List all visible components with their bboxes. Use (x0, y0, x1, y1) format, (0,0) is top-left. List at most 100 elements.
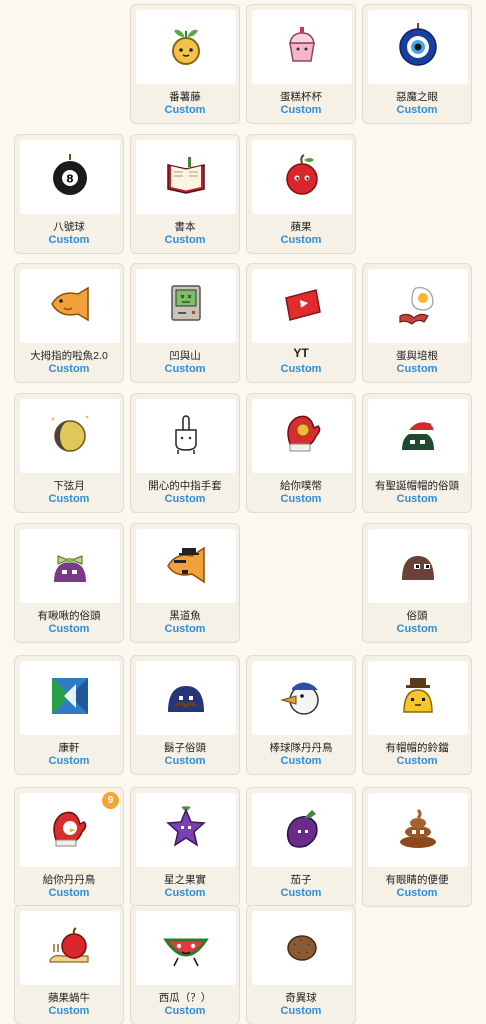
item-type-label: Custom (280, 887, 322, 899)
item-name: 番薯藤 (169, 91, 201, 103)
item-name: 奇異球 (285, 992, 317, 1004)
item-name: 凹與山 (169, 350, 201, 362)
item-type-label: Custom (164, 623, 206, 635)
custom-item-card[interactable]: 奇異球 Custom (246, 905, 356, 1024)
item-name: 八號球 (53, 221, 85, 233)
mitten-coin-icon (278, 410, 326, 463)
item-thumbnail (20, 661, 120, 735)
empty-slot (14, 4, 124, 124)
kiwi-ball-icon (278, 922, 326, 975)
custom-item-card[interactable]: 康軒 Custom (14, 655, 124, 775)
custom-item-card[interactable]: 有帽帽的鈴鐺 Custom (362, 655, 472, 775)
item-thumbnail (20, 529, 120, 603)
eggplant-icon (278, 804, 326, 857)
item-name: 蘋果蝸牛 (48, 992, 90, 1004)
kangxuan-logo-icon (46, 672, 94, 725)
item-type-label: Custom (396, 623, 438, 635)
custom-item-card[interactable]: 書本 Custom (130, 134, 240, 254)
item-type-label: Custom (48, 234, 90, 246)
item-type-label: Custom (280, 493, 322, 505)
custom-item-card[interactable]: 棒球隊丹丹鳥 Custom (246, 655, 356, 775)
item-name: 給你丹丹鳥 (42, 874, 96, 886)
custom-item-card[interactable]: 8 八號球 Custom (14, 134, 124, 254)
taiyaki-fish-icon (46, 280, 94, 333)
watermelon-icon (162, 922, 210, 975)
item-thumbnail (368, 269, 468, 343)
custom-item-card[interactable]: 開心的中指手套 Custom (130, 393, 240, 513)
item-name: 俗頭 (406, 610, 428, 622)
custom-item-card[interactable]: 蘋果 Custom (246, 134, 356, 254)
custom-item-card[interactable]: 惡魔之眼 Custom (362, 4, 472, 124)
item-name: 下弦月 (53, 480, 85, 492)
custom-item-card[interactable]: 有眼睛的便便 Custom (362, 787, 472, 907)
item-thumbnail (20, 911, 120, 985)
empty-slot (362, 134, 472, 254)
item-type-label: Custom (280, 1005, 322, 1017)
custom-item-card[interactable]: 鬍子俗頭 Custom (130, 655, 240, 775)
custom-item-card[interactable]: 蛋與培根 Custom (362, 263, 472, 383)
star-fruit-icon (162, 804, 210, 857)
item-type-label: Custom (280, 755, 322, 767)
item-thumbnail (252, 793, 352, 867)
custom-item-card[interactable]: YT Custom (246, 263, 356, 383)
item-type-label: Custom (164, 755, 206, 767)
item-thumbnail (252, 661, 352, 735)
custom-item-card[interactable]: 黑道魚 Custom (130, 523, 240, 643)
custom-item-card[interactable]: 西瓜（？） Custom (130, 905, 240, 1024)
item-type-label: Custom (164, 104, 206, 116)
item-thumbnail (368, 529, 468, 603)
glove-hand-icon (162, 410, 210, 463)
item-type-label: Custom (164, 493, 206, 505)
item-name: 有啾啾的俗頭 (37, 610, 101, 622)
item-thumbnail (136, 140, 236, 214)
item-type-label: Custom (164, 887, 206, 899)
item-type-label: Custom (48, 363, 90, 375)
custom-item-card[interactable]: 下弦月 Custom (14, 393, 124, 513)
item-type-label: Custom (280, 363, 322, 375)
item-type-label: Custom (396, 493, 438, 505)
baseball-bird-icon (278, 672, 326, 725)
custom-item-card[interactable]: 有啾啾的俗頭 Custom (14, 523, 124, 643)
item-thumbnail (252, 10, 352, 84)
custom-item-card[interactable]: 有聖誕帽帽的俗頭 Custom (362, 393, 472, 513)
custom-item-card[interactable]: 給你丹丹鳥 Custom 9 (14, 787, 124, 907)
custom-item-card[interactable]: 俗頭 Custom (362, 523, 472, 643)
item-name: YT (293, 346, 309, 360)
item-thumbnail (368, 661, 468, 735)
item-thumbnail (368, 793, 468, 867)
custom-item-card[interactable]: 蘋果蝸牛 Custom (14, 905, 124, 1024)
item-type-label: Custom (396, 363, 438, 375)
item-type-label: Custom (48, 493, 90, 505)
custom-item-card[interactable]: 茄子 Custom (246, 787, 356, 907)
item-type-label: Custom (164, 363, 206, 375)
item-thumbnail (252, 911, 352, 985)
item-name: 有聖誕帽帽的俗頭 (375, 480, 459, 492)
svg-text:8: 8 (66, 172, 74, 185)
eight-ball-icon: 8 (46, 151, 94, 204)
gangster-fish-icon (162, 540, 210, 593)
item-type-label: Custom (280, 234, 322, 246)
item-type-label: Custom (48, 623, 90, 635)
item-type-label: Custom (48, 1005, 90, 1017)
custom-item-card[interactable]: 大拇指的啦魚2.0 Custom (14, 263, 124, 383)
item-name: 有眼睛的便便 (385, 874, 449, 886)
item-name: 大拇指的啦魚2.0 (30, 350, 108, 362)
empty-slot (246, 523, 356, 643)
item-type-label: Custom (164, 234, 206, 246)
item-thumbnail (368, 399, 468, 473)
item-type-label: Custom (396, 755, 438, 767)
santa-blob-icon (394, 410, 442, 463)
custom-item-card[interactable]: 給你噗幣 Custom (246, 393, 356, 513)
evil-eye-icon (394, 21, 442, 74)
custom-item-card[interactable]: 凹與山 Custom (130, 263, 240, 383)
item-name: 茄子 (290, 874, 312, 886)
sweet-potato-sprout-icon (162, 21, 210, 74)
custom-item-card[interactable]: 番薯藤 Custom (130, 4, 240, 124)
hat-bell-icon (394, 672, 442, 725)
item-name: 西瓜（？） (158, 992, 212, 1004)
custom-item-card[interactable]: 蛋糕杯杯 Custom (246, 4, 356, 124)
custom-item-card[interactable]: 星之果實 Custom (130, 787, 240, 907)
count-badge: 9 (102, 792, 119, 809)
egg-bacon-icon (394, 280, 442, 333)
item-thumbnail (136, 793, 236, 867)
